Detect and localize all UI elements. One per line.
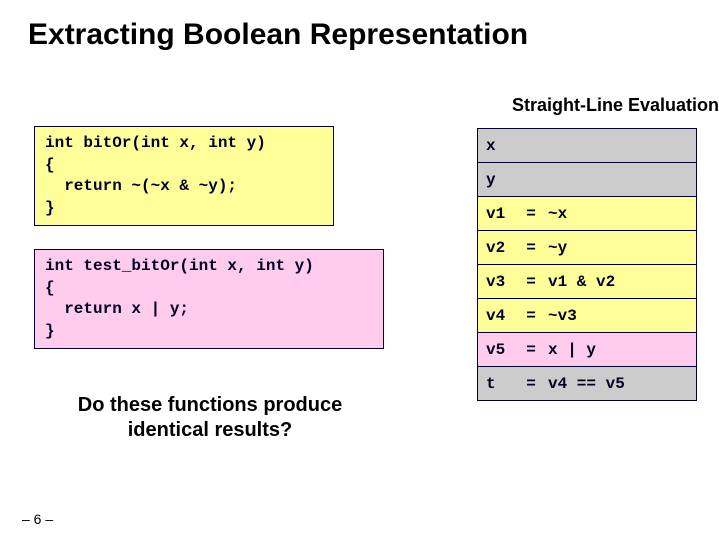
expr-cell: ~y — [540, 231, 696, 264]
var-cell: v2 — [478, 231, 522, 264]
table-row: v1 = ~x — [478, 197, 696, 230]
eq-cell: = — [522, 367, 540, 400]
table-row: v2 = ~y — [478, 231, 696, 264]
expr-cell: v4 == v5 — [540, 367, 696, 400]
expr-cell: x | y — [540, 333, 696, 366]
var-cell: v1 — [478, 197, 522, 230]
table-row: t = v4 == v5 — [478, 367, 696, 400]
subtitle: Straight-Line Evaluation — [512, 95, 719, 116]
eq-cell: = — [522, 299, 540, 332]
page-title: Extracting Boolean Representation — [28, 18, 528, 52]
page-number: – 6 – — [22, 511, 53, 527]
var-cell: v5 — [478, 333, 522, 366]
code-test-bitor: int test_bitOr(int x, int y) { return x … — [34, 249, 384, 349]
eval-table: x y v1 = ~x v2 = ~y v3 = v1 & v2 v4 = ~v… — [477, 128, 697, 401]
var-cell: y — [478, 163, 696, 196]
eq-cell: = — [522, 197, 540, 230]
var-cell: x — [478, 129, 696, 162]
expr-cell: ~x — [540, 197, 696, 230]
eq-cell: = — [522, 265, 540, 298]
eq-cell: = — [522, 333, 540, 366]
expr-cell: ~v3 — [540, 299, 696, 332]
question-line1: Do these functions produce — [78, 394, 342, 416]
code-bitor: int bitOr(int x, int y) { return ~(~x & … — [34, 126, 334, 226]
question-text: Do these functions produce identical res… — [60, 393, 360, 443]
expr-cell: v1 & v2 — [540, 265, 696, 298]
var-cell: v4 — [478, 299, 522, 332]
table-row: v3 = v1 & v2 — [478, 265, 696, 298]
eq-cell: = — [522, 231, 540, 264]
table-row: v5 = x | y — [478, 333, 696, 366]
table-row: y — [478, 163, 696, 196]
table-row: v4 = ~v3 — [478, 299, 696, 332]
var-cell: t — [478, 367, 522, 400]
table-row: x — [478, 129, 696, 162]
var-cell: v3 — [478, 265, 522, 298]
question-line2: identical results? — [128, 419, 293, 441]
